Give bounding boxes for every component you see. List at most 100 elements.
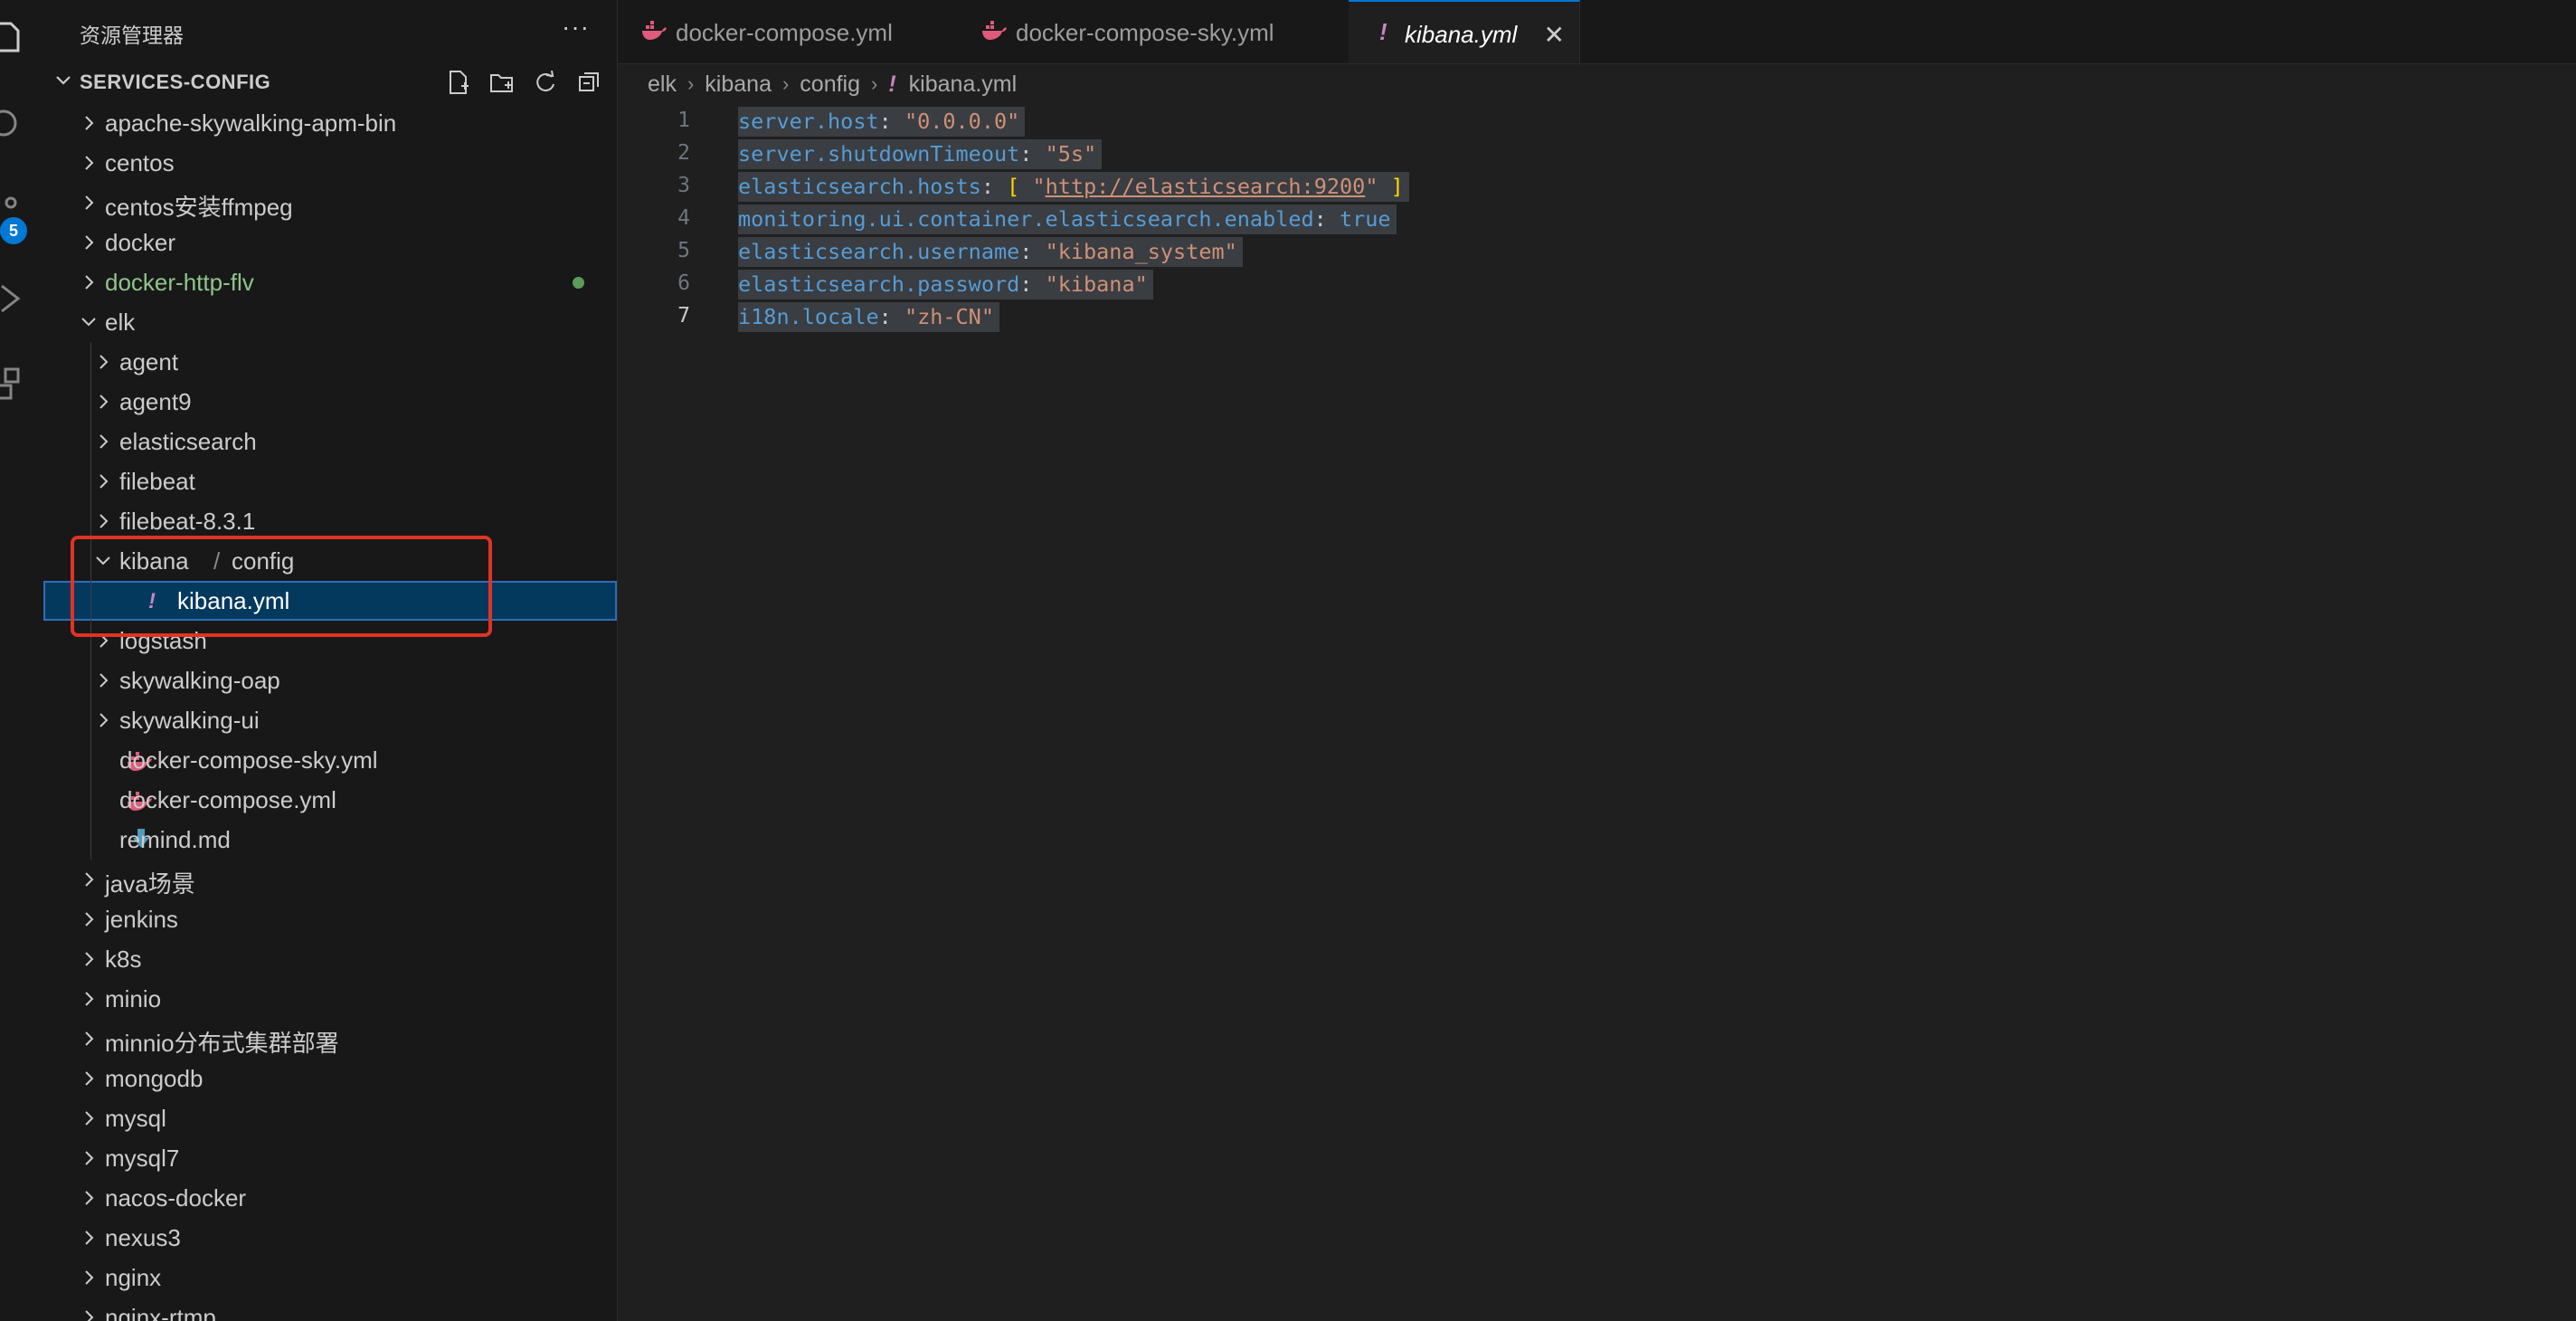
tree-folder-docker-http-flv[interactable]: docker-http-flv bbox=[43, 262, 617, 302]
tree-folder-nginx[interactable]: nginx bbox=[43, 1258, 617, 1297]
code-text: elasticsearch.password: "kibana" bbox=[738, 270, 1153, 299]
code-editor[interactable]: 1 server.host: "0.0.0.0" 2 server.shutdownT… bbox=[618, 101, 2576, 1321]
run-debug-icon[interactable] bbox=[0, 280, 24, 317]
tree-item-label: centos bbox=[105, 149, 175, 176]
chevron-right-icon: › bbox=[687, 72, 695, 95]
tree-item-label: java场景 bbox=[105, 870, 195, 898]
tree-file-docker-compose-sky-yml[interactable]: docker-compose-sky.yml bbox=[43, 740, 617, 780]
tree-folder-agent9[interactable]: agent9 bbox=[43, 382, 617, 422]
tree-folder-logstash[interactable]: logstash bbox=[43, 621, 617, 660]
collapse-all-icon[interactable] bbox=[573, 67, 604, 98]
tree-folder-kibana[interactable]: kibana / config bbox=[43, 541, 617, 581]
tree-folder-docker[interactable]: docker bbox=[43, 223, 617, 262]
tree-folder-elk[interactable]: elk bbox=[43, 302, 617, 342]
tab-docker-compose[interactable]: docker-compose.yml bbox=[618, 0, 959, 63]
code-token: : bbox=[878, 304, 904, 329]
code-token: "kibana_system" bbox=[1045, 239, 1237, 264]
refresh-icon[interactable] bbox=[530, 67, 561, 98]
tree-folder-k8s[interactable]: k8s bbox=[43, 939, 617, 979]
tree-folder-nexus3[interactable]: nexus3 bbox=[43, 1218, 617, 1258]
tree-folder-java[interactable]: java场景 bbox=[43, 860, 617, 899]
explorer-icon[interactable] bbox=[0, 18, 24, 54]
code-text: monitoring.ui.container.elasticsearch.en… bbox=[738, 204, 1397, 234]
editor-tabs: docker-compose.yml docker-compose-sky.ym… bbox=[618, 0, 2576, 64]
code-line[interactable]: 7 i18n.locale: "zh-CN" bbox=[618, 300, 2576, 333]
tree-folder-mongodb[interactable]: mongodb bbox=[43, 1059, 617, 1098]
line-number: 3 bbox=[677, 174, 690, 197]
tree-item-label: skywalking-oap bbox=[119, 667, 280, 694]
code-token: ] bbox=[1390, 174, 1404, 199]
tab-docker-compose-sky[interactable]: docker-compose-sky.yml bbox=[958, 0, 1350, 63]
chevron-right-icon bbox=[94, 471, 112, 491]
tree-folder-skywalking-ui[interactable]: skywalking-ui bbox=[43, 700, 617, 740]
tree-item-label: k8s bbox=[105, 946, 142, 973]
breadcrumb-item[interactable]: config bbox=[800, 71, 860, 98]
tree-file-docker-compose-yml[interactable]: docker-compose.yml bbox=[43, 780, 617, 820]
tree-item-label: centos安装ffmpeg bbox=[105, 194, 293, 221]
code-token: "kibana" bbox=[1045, 271, 1148, 297]
chevron-right-icon bbox=[80, 1228, 98, 1248]
tree-folder-jenkins[interactable]: jenkins bbox=[43, 899, 617, 939]
tree-folder-mysql7[interactable]: mysql7 bbox=[43, 1138, 617, 1178]
tree-item-label: filebeat bbox=[119, 468, 195, 495]
activity-bar: 5 bbox=[0, 0, 44, 1321]
chevron-right-icon bbox=[80, 153, 98, 173]
tree-folder-minnio[interactable]: minnio分布式集群部署 bbox=[43, 1019, 617, 1059]
tree-folder-filebeat[interactable]: filebeat bbox=[43, 461, 617, 501]
chevron-right-icon bbox=[80, 193, 98, 213]
explorer-sidebar: 资源管理器 ··· SERVICES-CONFIG apache-skywalk… bbox=[43, 0, 618, 1321]
tree-item-label: mongodb bbox=[105, 1065, 204, 1092]
line-number: 6 bbox=[677, 271, 690, 295]
tree-item-label: mysql7 bbox=[105, 1145, 180, 1172]
tree-folder-agent[interactable]: agent bbox=[43, 342, 617, 382]
tree-folder-centos-ffmpeg[interactable]: centos安装ffmpeg bbox=[43, 183, 617, 223]
tree-item-label: filebeat-8.3.1 bbox=[119, 508, 256, 535]
tree-folder-nacos-docker[interactable]: nacos-docker bbox=[43, 1178, 617, 1218]
chevron-right-icon bbox=[80, 909, 98, 929]
tree-item-label: nacos-docker bbox=[105, 1184, 247, 1212]
more-actions-icon[interactable]: ··· bbox=[562, 13, 590, 42]
new-file-icon[interactable] bbox=[443, 67, 474, 98]
breadcrumb-item[interactable]: kibana.yml bbox=[909, 71, 1018, 98]
extensions-icon[interactable] bbox=[0, 366, 24, 402]
tree-folder-centos[interactable]: centos bbox=[43, 143, 617, 183]
tree-file-remind-md[interactable]: remind.md bbox=[43, 820, 617, 860]
new-folder-icon[interactable] bbox=[487, 67, 517, 98]
chevron-down-icon bbox=[94, 551, 112, 571]
chevron-right-icon: › bbox=[781, 72, 790, 95]
line-number: 2 bbox=[677, 141, 690, 165]
code-text: elasticsearch.hosts: [ "http://elasticse… bbox=[738, 172, 1409, 202]
tab-kibana-yml[interactable]: ! kibana.yml ✕ bbox=[1349, 0, 1580, 63]
tree-folder-apache-skywalking-apm-bin[interactable]: apache-skywalking-apm-bin bbox=[43, 103, 617, 143]
section-actions bbox=[443, 67, 604, 98]
breadcrumb-item[interactable]: kibana bbox=[705, 71, 772, 98]
tree-folder-mysql[interactable]: mysql bbox=[43, 1098, 617, 1138]
tree-item-label: elk bbox=[105, 309, 136, 336]
tree-item-label: kibana.yml bbox=[177, 587, 290, 614]
chevron-right-icon bbox=[80, 272, 98, 292]
tree-file-kibana-yml[interactable]: ! kibana.yml bbox=[43, 581, 617, 621]
workspace-section-header[interactable]: SERVICES-CONFIG bbox=[43, 63, 617, 100]
docker-icon bbox=[981, 20, 1007, 46]
search-icon[interactable] bbox=[0, 105, 24, 141]
code-line[interactable]: 6 elasticsearch.password: "kibana" bbox=[618, 268, 2576, 300]
chevron-right-icon bbox=[94, 710, 112, 730]
code-line[interactable]: 1 server.host: "0.0.0.0" bbox=[618, 105, 2576, 138]
close-icon[interactable]: ✕ bbox=[1544, 20, 1565, 50]
tree-folder-filebeat-8-3-1[interactable]: filebeat-8.3.1 bbox=[43, 501, 617, 541]
breadcrumb-item[interactable]: elk bbox=[648, 71, 677, 98]
tree-item-label: docker-http-flv bbox=[105, 269, 254, 296]
tree-folder-nginx-rtmp[interactable]: nginx-rtmp bbox=[43, 1297, 617, 1321]
chevron-down-icon bbox=[80, 312, 98, 332]
code-token: " bbox=[1032, 174, 1046, 199]
tree-folder-elasticsearch[interactable]: elasticsearch bbox=[43, 422, 617, 461]
code-line[interactable]: 5 elasticsearch.username: "kibana_system" bbox=[618, 235, 2576, 268]
tree-item-label: docker bbox=[105, 229, 176, 256]
tree-folder-minio[interactable]: minio bbox=[43, 979, 617, 1019]
code-line[interactable]: 2 server.shutdownTimeout: "5s" bbox=[618, 138, 2576, 170]
code-text: server.host: "0.0.0.0" bbox=[738, 107, 1026, 137]
tree-folder-skywalking-oap[interactable]: skywalking-oap bbox=[43, 660, 617, 700]
code-line[interactable]: 3 elasticsearch.hosts: [ "http://elastics… bbox=[618, 170, 2576, 203]
code-line[interactable]: 4 monitoring.ui.container.elasticsearch.e… bbox=[618, 203, 2576, 235]
